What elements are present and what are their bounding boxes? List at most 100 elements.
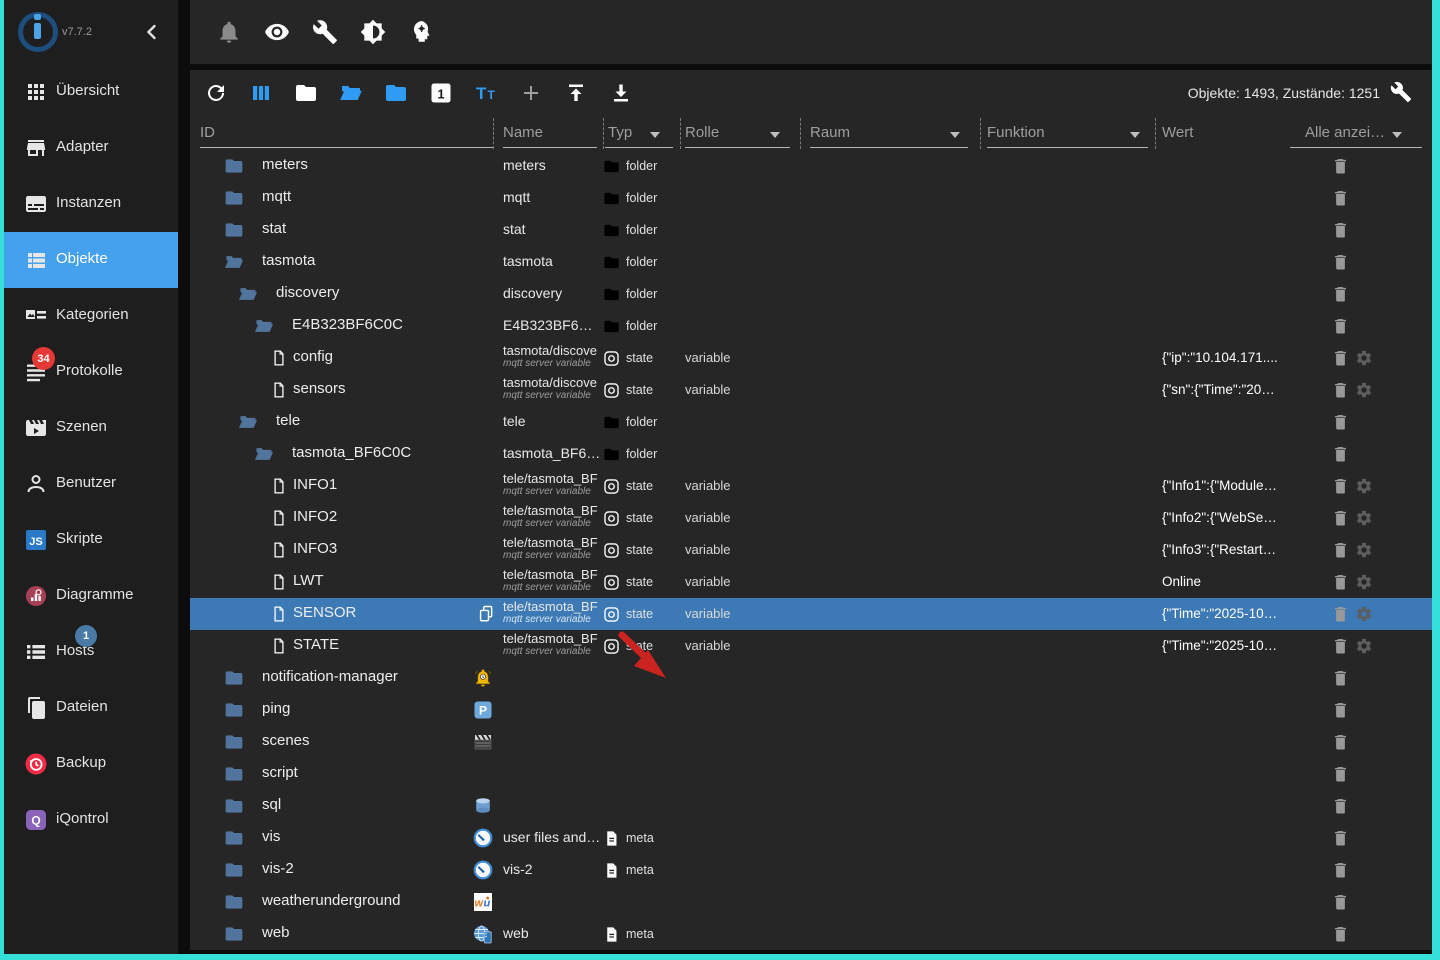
sidebar-item-protokolle[interactable]: Protokolle34	[4, 344, 178, 400]
collapse-all-button[interactable]	[294, 81, 318, 105]
table-row[interactable]: notification-manager	[190, 662, 1432, 694]
folder-icon[interactable]	[224, 732, 244, 752]
sidebar-item-hosts[interactable]: Hosts1	[4, 624, 178, 680]
table-row[interactable]: INFO3tele/tasmota_BFmqtt server variable…	[190, 534, 1432, 566]
delete-icon[interactable]	[1331, 668, 1350, 688]
settings-gear-icon[interactable]	[1355, 541, 1373, 559]
folder-icon[interactable]	[224, 764, 244, 784]
file-icon[interactable]	[270, 541, 288, 559]
delete-icon[interactable]	[1331, 828, 1350, 848]
delete-icon[interactable]	[1331, 444, 1350, 464]
table-row[interactable]: tasmotatasmotafolder	[190, 246, 1432, 278]
table-row[interactable]: statstatfolder	[190, 214, 1432, 246]
delete-icon[interactable]	[1331, 156, 1350, 176]
delete-icon[interactable]	[1331, 636, 1350, 656]
sidebar-item-skripte[interactable]: JSSkripte	[4, 512, 178, 568]
collapse-sidebar-icon[interactable]	[140, 20, 164, 44]
column-header-rolle[interactable]: Rolle	[685, 124, 719, 141]
settings-wrench-icon[interactable]	[1390, 81, 1412, 103]
table-row[interactable]: webwebmeta	[190, 918, 1432, 950]
folder-icon[interactable]	[224, 668, 244, 688]
dropdown-arrow-icon[interactable]	[650, 132, 660, 138]
sidebar-item-iqontrol[interactable]: QiQontrol	[4, 792, 178, 848]
columns-button[interactable]	[249, 81, 273, 105]
delete-icon[interactable]	[1331, 220, 1350, 240]
folder-icon[interactable]	[224, 892, 244, 912]
sidebar-item-benutzer[interactable]: Benutzer	[4, 456, 178, 512]
dropdown-arrow-icon[interactable]	[1392, 132, 1402, 138]
delete-icon[interactable]	[1331, 732, 1350, 752]
sidebar-item-kategorien[interactable]: Kategorien	[4, 288, 178, 344]
table-row[interactable]: configtasmota/discovemqtt server variabl…	[190, 342, 1432, 374]
expert-mode-icon[interactable]	[408, 19, 434, 45]
table-row[interactable]: tasmota_BF6C0Ctasmota_BF6…folder	[190, 438, 1432, 470]
file-icon[interactable]	[270, 381, 288, 399]
table-row[interactable]: vis-2vis-2meta	[190, 854, 1432, 886]
delete-icon[interactable]	[1331, 188, 1350, 208]
text-size-button[interactable]: TT	[474, 81, 498, 105]
sidebar-item-instanzen[interactable]: Instanzen	[4, 176, 178, 232]
folder-icon[interactable]	[224, 796, 244, 816]
settings-gear-icon[interactable]	[1355, 605, 1373, 623]
settings-gear-icon[interactable]	[1355, 509, 1373, 527]
settings-gear-icon[interactable]	[1355, 637, 1373, 655]
folder-open-icon[interactable]	[254, 316, 274, 336]
sidebar-item-szenen[interactable]: Szenen	[4, 400, 178, 456]
file-icon[interactable]	[270, 509, 288, 527]
table-row[interactable]: STATEtele/tasmota_BFmqtt server variable…	[190, 630, 1432, 662]
sidebar-item-backup[interactable]: Backup	[4, 736, 178, 792]
table-row[interactable]: INFO2tele/tasmota_BFmqtt server variable…	[190, 502, 1432, 534]
expand-level-1-button[interactable]: 1	[429, 81, 453, 105]
delete-icon[interactable]	[1331, 412, 1350, 432]
delete-icon[interactable]	[1331, 476, 1350, 496]
delete-icon[interactable]	[1331, 380, 1350, 400]
delete-icon[interactable]	[1331, 860, 1350, 880]
add-object-button[interactable]	[519, 81, 543, 105]
delete-icon[interactable]	[1331, 316, 1350, 336]
file-icon[interactable]	[270, 349, 288, 367]
table-row[interactable]: discoverydiscoveryfolder	[190, 278, 1432, 310]
sidebar-item-dateien[interactable]: Dateien	[4, 680, 178, 736]
table-row[interactable]: E4B323BF6C0CE4B323BF6…folder	[190, 310, 1432, 342]
table-row[interactable]: INFO1tele/tasmota_BFmqtt server variable…	[190, 470, 1432, 502]
folder-open-icon[interactable]	[238, 412, 258, 432]
file-icon[interactable]	[270, 637, 288, 655]
folder-icon[interactable]	[224, 220, 244, 240]
notifications-icon[interactable]	[216, 19, 242, 45]
delete-icon[interactable]	[1331, 700, 1350, 720]
delete-icon[interactable]	[1331, 604, 1350, 624]
delete-icon[interactable]	[1331, 892, 1350, 912]
theme-toggle-icon[interactable]	[360, 19, 386, 45]
folder-icon[interactable]	[224, 700, 244, 720]
delete-icon[interactable]	[1331, 924, 1350, 944]
table-row[interactable]: script	[190, 758, 1432, 790]
copy-icon[interactable]	[477, 604, 496, 624]
settings-gear-icon[interactable]	[1355, 381, 1373, 399]
table-row[interactable]: sql	[190, 790, 1432, 822]
dropdown-arrow-icon[interactable]	[770, 132, 780, 138]
delete-icon[interactable]	[1331, 572, 1350, 592]
table-row[interactable]: mqttmqttfolder	[190, 182, 1432, 214]
column-header-id[interactable]: ID	[200, 124, 215, 141]
column-header-alle-anzei-[interactable]: Alle anzei…	[1305, 124, 1385, 141]
column-header-name[interactable]: Name	[503, 124, 543, 141]
column-header-raum[interactable]: Raum	[810, 124, 850, 141]
settings-gear-icon[interactable]	[1355, 349, 1373, 367]
table-row[interactable]: LWTtele/tasmota_BFmqtt server variablest…	[190, 566, 1432, 598]
sidebar-item-adapter[interactable]: Adapter	[4, 120, 178, 176]
delete-icon[interactable]	[1331, 540, 1350, 560]
sidebar-item-uebersicht[interactable]: Übersicht	[4, 64, 178, 120]
table-row[interactable]: scenes	[190, 726, 1432, 758]
dropdown-arrow-icon[interactable]	[1130, 132, 1140, 138]
table-row[interactable]: sensorstasmota/discovemqtt server variab…	[190, 374, 1432, 406]
folder-icon[interactable]	[224, 828, 244, 848]
column-header-typ[interactable]: Typ	[608, 124, 632, 141]
column-header-funktion[interactable]: Funktion	[987, 124, 1045, 141]
refresh-button[interactable]	[204, 81, 228, 105]
visibility-icon[interactable]	[264, 19, 290, 45]
table-row[interactable]: teletelefolder	[190, 406, 1432, 438]
delete-icon[interactable]	[1331, 252, 1350, 272]
collapse-level-button[interactable]	[384, 81, 408, 105]
sidebar-item-diagramme[interactable]: Diagramme	[4, 568, 178, 624]
table-row[interactable]: SENSORtele/tasmota_BFmqtt server variabl…	[190, 598, 1432, 630]
